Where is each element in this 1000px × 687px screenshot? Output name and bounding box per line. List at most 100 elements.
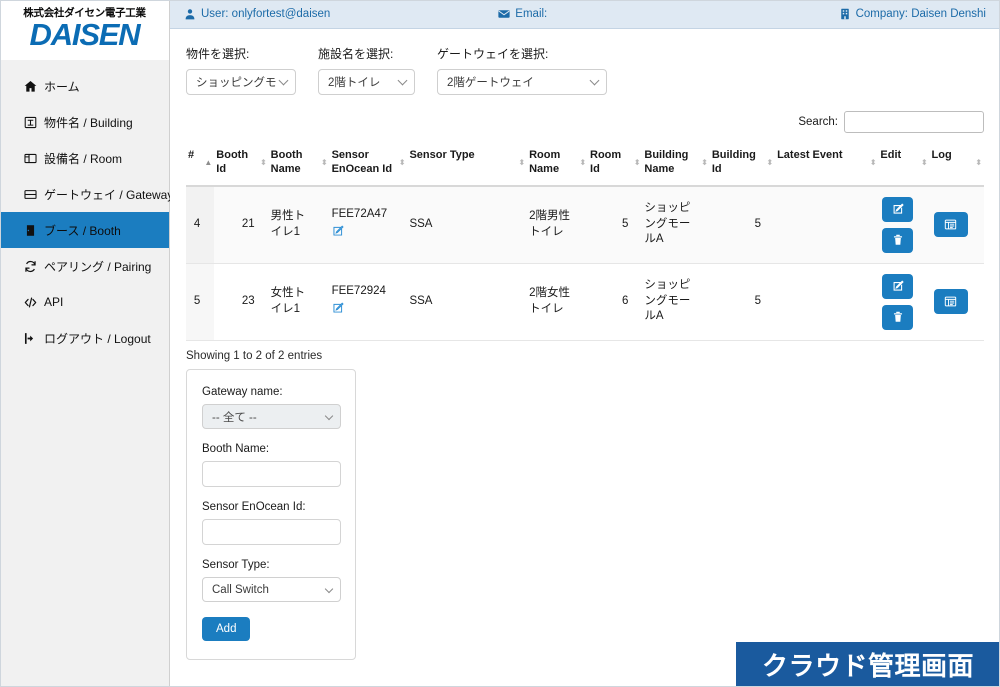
col-room-id[interactable]: Room Id ⬍ (588, 141, 643, 187)
topbar-company: Company: Daisen Denshi (839, 8, 986, 20)
col-room-id-label: Room Id (590, 149, 622, 175)
cell-room-name: 2階男性トイレ (527, 185, 589, 264)
add-booth-panel: Gateway name: -- 全て -- Booth Name: Senso… (186, 369, 356, 660)
booth-table-wrapper: # ▲ Booth Id ⬍ Booth Name ⬍ Sensor EnOce… (170, 133, 1000, 341)
sidebar-item-building[interactable]: 物件名 / Building (0, 104, 169, 140)
col-log[interactable]: Log ⬍ (929, 141, 984, 187)
col-building-id-label: Building Id (711, 149, 756, 175)
main-content: 物件を選択: ショッピングモ 施設名を選択: 2階トイレ ゲートウェイを選択: … (170, 29, 1000, 687)
cell-building-id: 5 (709, 263, 776, 341)
sidebar-item-api[interactable]: API (0, 284, 169, 320)
gateway-name-label: Gateway name: (202, 386, 283, 398)
sidebar-item-booth[interactable]: ブース / Booth (0, 212, 169, 249)
sensor-type-label: Sensor Type: (202, 559, 270, 571)
cell-index: 4 (186, 185, 215, 264)
sidebar-item-label: 設備名 / Room (44, 151, 123, 166)
user-icon (184, 8, 196, 20)
col-sensor-type-label: Sensor Type (409, 149, 475, 161)
home-icon (24, 80, 37, 93)
filter-building-value: ショッピングモ (196, 77, 277, 89)
col-latest-event[interactable]: Latest Event ⬍ (775, 141, 879, 187)
filter-building-select[interactable]: ショッピングモ (186, 69, 296, 95)
sensor-enocean-id-input[interactable] (202, 519, 341, 545)
col-index[interactable]: # ▲ (186, 141, 215, 187)
sort-icon: ⬍ (633, 157, 641, 167)
sort-asc-icon: ▲ (204, 157, 212, 167)
filter-room-value: 2階トイレ (328, 77, 381, 89)
filter-gateway-label: ゲートウェイを選択: (437, 47, 549, 61)
log-button[interactable] (933, 212, 968, 237)
sort-icon: ⬍ (259, 157, 267, 167)
room-icon (24, 152, 37, 165)
cell-building-name: ショッピングモールA (642, 185, 710, 264)
cell-booth-name: 女性トイレ1 (268, 263, 330, 341)
col-sensor-enocean-id[interactable]: Sensor EnOcean Id ⬍ (329, 141, 408, 187)
log-button[interactable] (933, 289, 968, 314)
sidebar-item-label: ブース / Booth (44, 223, 121, 238)
search-area: Search: (170, 95, 1000, 133)
col-booth-name[interactable]: Booth Name ⬍ (268, 141, 330, 187)
gateway-name-value: -- 全て -- (212, 411, 257, 424)
col-latest-event-label: Latest Event (777, 149, 843, 161)
sidebar-item-label: ホーム (44, 79, 80, 94)
cell-room-name: 2階女性トイレ (527, 263, 589, 341)
cell-latest-event (775, 185, 879, 264)
filter-room-select[interactable]: 2階トイレ (318, 69, 415, 95)
edit-button[interactable] (882, 273, 914, 299)
col-sensor-enocean-id-label: Sensor EnOcean Id (331, 149, 393, 175)
sort-icon: ⬍ (398, 157, 406, 167)
filter-gateway-select[interactable]: 2階ゲートウェイ (437, 69, 607, 95)
topbar-user-label: User: onlyfortest@daisen (201, 8, 331, 20)
sort-icon: ⬍ (518, 157, 525, 167)
col-edit[interactable]: Edit ⬍ (878, 141, 930, 187)
col-log-label: Log (931, 149, 952, 161)
col-building-id[interactable]: Building Id ⬍ (709, 141, 776, 187)
col-booth-id-label: Booth Id (216, 149, 249, 175)
app-window: User: onlyfortest@daisen Email: Company:… (0, 0, 1000, 687)
sort-icon: ⬍ (701, 157, 708, 167)
filter-building-label: 物件を選択: (186, 47, 250, 61)
delete-button[interactable] (882, 304, 914, 330)
cell-sensor-enocean-id: FEE72924 (329, 263, 408, 341)
entries-summary: Showing 1 to 2 of 2 entries (186, 349, 323, 362)
cell-room-id: 6 (588, 263, 643, 341)
col-sensor-type[interactable]: Sensor Type ⬍ (407, 141, 528, 187)
log-cell-wrap (932, 289, 970, 314)
sidebar-item-pairing[interactable]: ペアリング / Pairing (0, 248, 169, 284)
sidebar-item-home[interactable]: ホーム (0, 68, 169, 104)
topbar-user: User: onlyfortest@daisen (184, 8, 330, 20)
col-booth-id[interactable]: Booth Id ⬍ (214, 141, 269, 187)
row-action-stack (880, 273, 915, 330)
col-building-name[interactable]: Building Name ⬍ (642, 141, 710, 187)
sensor-type-select[interactable]: Call Switch (202, 577, 341, 602)
table-head: # ▲ Booth Id ⬍ Booth Name ⬍ Sensor EnOce… (186, 141, 984, 187)
pairing-icon (24, 260, 37, 273)
cell-log (929, 263, 984, 341)
top-bar: User: onlyfortest@daisen Email: Company:… (170, 0, 1000, 29)
filter-gateway-value: 2階ゲートウェイ (447, 77, 534, 89)
topbar-company-label: Company: Daisen Denshi (855, 8, 986, 20)
booth-name-input[interactable] (202, 461, 341, 487)
topbar-email-label: Email: (515, 8, 548, 20)
table-header-row: # ▲ Booth Id ⬍ Booth Name ⬍ Sensor EnOce… (186, 141, 984, 187)
edit-button[interactable] (882, 196, 914, 222)
col-room-name-label: Room Name (529, 149, 561, 175)
sort-icon: ⬍ (869, 157, 877, 167)
delete-button[interactable] (882, 227, 914, 253)
booth-table: # ▲ Booth Id ⬍ Booth Name ⬍ Sensor EnOce… (186, 141, 984, 341)
search-input[interactable] (844, 111, 984, 133)
booth-icon (24, 224, 37, 237)
filter-gateway: ゲートウェイを選択: 2階ゲートウェイ (437, 45, 607, 95)
edit-enocean-id-icon[interactable] (332, 302, 344, 314)
col-room-name[interactable]: Room Name ⬍ (527, 141, 589, 187)
filter-room-label: 施設名を選択: (318, 47, 394, 61)
add-button[interactable]: Add (202, 617, 251, 641)
sidebar-item-logout[interactable]: ログアウト / Logout (0, 320, 169, 356)
sidebar-item-room[interactable]: 設備名 / Room (0, 140, 169, 176)
sidebar-item-gateway[interactable]: ゲートウェイ / Gateway (0, 176, 173, 212)
cell-edit (878, 185, 930, 264)
edit-enocean-id-icon[interactable] (332, 225, 344, 237)
gateway-name-select[interactable]: -- 全て -- (202, 404, 341, 429)
gateway-icon (24, 188, 37, 201)
cell-sensor-type: SSA (407, 185, 528, 264)
